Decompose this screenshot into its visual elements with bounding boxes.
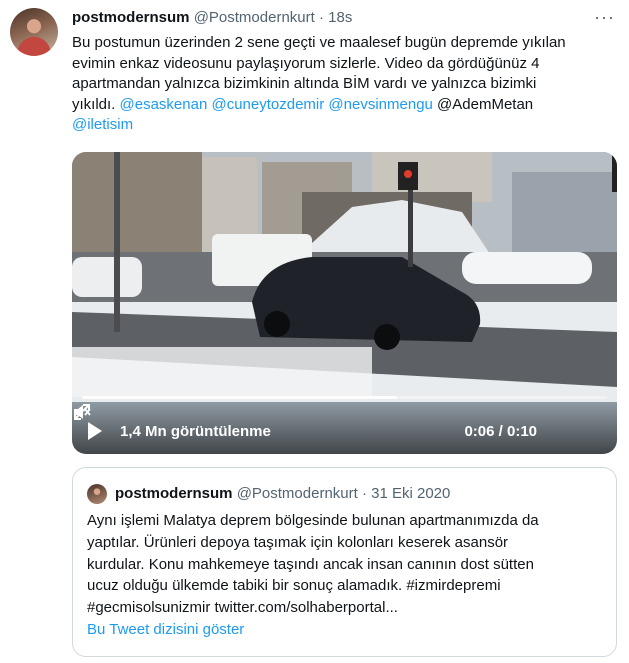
- quoted-text-line: #gecmisolsunizmir twitter.com/solhaberpo…: [87, 599, 398, 617]
- more-options-icon[interactable]: ···: [594, 7, 615, 28]
- video-progress-bar[interactable]: [82, 396, 607, 399]
- mention-link[interactable]: @cuneytozdemir: [211, 96, 324, 113]
- quoted-text-line: Aynı işlemi Malatya deprem bölgesinde bu…: [87, 512, 539, 529]
- quoted-text-line: kurdular. Konu mahkemeye taşındı ancak i…: [87, 555, 534, 573]
- mention-link[interactable]: @iletisim: [72, 116, 133, 133]
- quoted-text-line: ucuz olduğu ülkemde tabiki bir sonuç ala…: [87, 577, 501, 595]
- view-count: 1,4 Mn görüntülenme: [120, 423, 271, 440]
- play-icon[interactable]: [88, 422, 102, 440]
- quoted-tweet-text: Aynı işlemi Malatya deprem bölgesinde bu…: [87, 510, 602, 619]
- quoted-tweet-date: 31 Eki 2020: [371, 485, 451, 502]
- video-player[interactable]: 1,4 Mn görüntülenme 0:06 / 0:10: [72, 152, 617, 454]
- mention-link[interactable]: @esaskenan: [120, 96, 208, 113]
- show-thread-link[interactable]: Bu Tweet dizisini göster: [87, 621, 244, 638]
- video-controls: 1,4 Mn görüntülenme 0:06 / 0:10: [72, 402, 617, 454]
- quoted-author-handle: @Postmodernkurt: [236, 485, 358, 502]
- quoted-author-avatar: [87, 484, 107, 504]
- fullscreen-icon[interactable]: [72, 402, 92, 422]
- quoted-tweet-header: postmodernsum @Postmodernkurt · 31 Eki 2…: [115, 485, 450, 502]
- separator-dot: ·: [318, 9, 324, 26]
- tweet-timestamp[interactable]: 18s: [328, 9, 352, 26]
- quoted-tweet[interactable]: postmodernsum @Postmodernkurt · 31 Eki 2…: [72, 467, 617, 657]
- video-time-readout: 0:06 / 0:10: [464, 423, 537, 440]
- tweet-text-line: yıkıldı. @esaskenan @cuneytozdemir @nevs…: [72, 95, 617, 116]
- mention-link[interactable]: @nevsinmengu: [328, 96, 432, 113]
- author-handle[interactable]: @Postmodernkurt: [194, 9, 315, 26]
- separator-dot: ·: [361, 485, 367, 502]
- tweet-text-line: evimin enkaz videosunu paylaşıyorum sizl…: [72, 54, 540, 72]
- tweet-text-line: Bu postumun üzerinden 2 sene geçti ve ma…: [72, 34, 566, 51]
- quoted-text-line: yaptılar. Ürünleri depoya taşımak için k…: [87, 533, 509, 551]
- quoted-author-name: postmodernsum: [115, 485, 233, 502]
- tweet-header: postmodernsum @Postmodernkurt · 18s: [72, 9, 615, 29]
- tweet-text: Bu postumun üzerinden 2 sene geçti ve ma…: [72, 33, 617, 136]
- tweet-text-line: @iletisim: [72, 115, 617, 136]
- tweet-text-line: apartmandan yalnızca bizimkinin altında …: [72, 75, 537, 92]
- video-progress-fill: [82, 396, 397, 399]
- tweet-text-fragment: yıkıldı.: [72, 95, 120, 113]
- author-avatar[interactable]: [10, 8, 58, 56]
- plain-mention: @AdemMetan: [437, 95, 534, 113]
- author-name[interactable]: postmodernsum: [72, 9, 190, 26]
